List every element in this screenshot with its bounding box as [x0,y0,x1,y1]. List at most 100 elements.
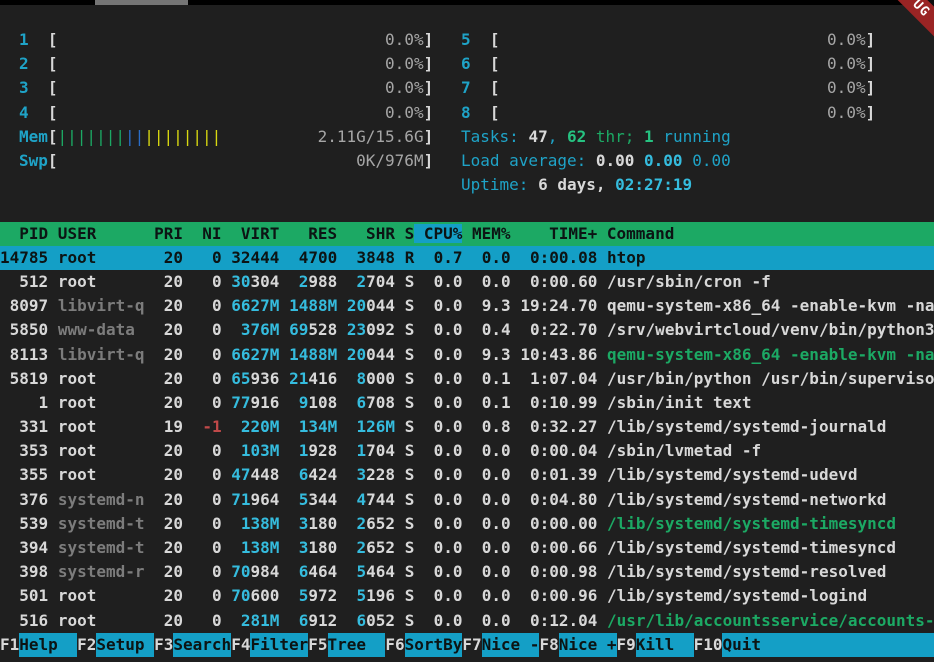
meter-bar-area: 0.0% [500,76,866,100]
process-row-539[interactable]: 539 systemd-t 20 0 138M 3180 2652 S 0.0 … [0,512,934,536]
meter-close-bracket: ] [424,127,434,146]
process-row-355[interactable]: 355 root 20 0 47448 6424 3228 S 0.0 0.0 … [0,463,934,487]
column-header-user[interactable]: USER [48,224,144,243]
uptime-line: Uptime: 6 days, 02:27:19 [461,173,875,197]
cell-cpu: 0.0 [424,586,463,605]
cell-time: 0:00.00 [520,514,597,533]
cell-ni: 0 [193,248,222,267]
cell-res: 5 [289,586,308,605]
process-row-353[interactable]: 353 root 20 0 103M 1928 1704 S 0.0 0.0 0… [0,439,934,463]
cell-res: 69 [289,320,308,339]
cell-command: /lib/systemd/systemd-resolved [607,562,886,581]
column-header-command[interactable]: Command [597,224,674,243]
cell-virt: 30 [231,272,250,291]
meter-bar-area: 0.0% [500,101,866,125]
process-row-5850[interactable]: 5850 www-data 20 0 376M 69528 23092 S 0.… [0,318,934,342]
column-header-pri[interactable]: PRI [145,224,184,243]
fkey-f6[interactable]: F6SortBy [385,633,462,657]
column-header-timeplus[interactable]: TIME+ [511,224,598,243]
cell-pri: 20 [154,393,183,412]
meter-bar-area: 0.0% [58,101,424,125]
meter-value: 0.0% [827,76,866,100]
cell-pri: 20 [154,441,183,460]
meter-value: 0.0% [827,101,866,125]
cell-cpu: 0.0 [424,611,463,630]
cell-pri: 20 [154,248,183,267]
column-header-virt[interactable]: VIRT [222,224,280,243]
cell-pid: 331 [0,417,48,436]
cell-cpu: 0.0 [424,369,463,388]
cell-pri: 20 [154,272,183,291]
meter-close-bracket: ] [424,78,434,97]
process-row-8113[interactable]: 8113 libvirt-q 20 0 6627M 1488M 20044 S … [0,343,934,367]
cell-command: qemu-system-x86_64 -enable-kvm -na [607,296,934,315]
cell-command: /lib/systemd/systemd-logind [607,586,867,605]
meter-bar-segment: ||||||| [58,127,125,146]
fkey-f9[interactable]: F9Kill [617,633,694,657]
cell-virt: 65 [231,369,250,388]
column-header-s[interactable]: S [395,224,414,243]
cell-time: 0:22.70 [520,320,597,339]
cell-virt: 448 [251,465,280,484]
cell-cpu: 0.0 [424,272,463,291]
fkey-f4[interactable]: F4Filter [231,633,308,657]
cpu-meter-1: 1 [0.0%] [19,28,433,52]
cell-res: 988 [308,272,337,291]
process-row-14785[interactable]: 14785 root 20 0 32444 4700 3848 R 0.7 0.… [0,246,934,270]
process-row-398[interactable]: 398 systemd-r 20 0 70984 6464 5464 S 0.0… [0,560,934,584]
cell-shr: 4 [347,490,366,509]
cell-virt: 70 [231,586,250,605]
cell-time: 0:12.04 [520,611,597,630]
fkey-f2[interactable]: F2Setup [77,633,154,657]
fkey-key: F10 [694,633,723,657]
cell-pid: 376 [0,490,48,509]
cell-res: 6 [289,562,308,581]
cell-command: /lib/systemd/systemd-networkd [607,490,886,509]
process-row-516[interactable]: 516 root 20 0 281M 6912 6052 S 0.0 0.0 0… [0,609,934,633]
cell-mem: 0.8 [472,417,511,436]
cell-ni: -1 [193,417,222,436]
column-header-pid[interactable]: PID [0,224,48,243]
process-row-394[interactable]: 394 systemd-t 20 0 138M 3180 2652 S 0.0 … [0,536,934,560]
cell-command: /usr/lib/accountsservice/accounts- [607,611,934,630]
cell-state: R [405,248,415,267]
cell-user: root [58,441,145,460]
window-top-strip [0,0,934,5]
cell-cpu: 0.0 [424,562,463,581]
process-row-501[interactable]: 501 root 20 0 70600 5972 5196 S 0.0 0.0 … [0,584,934,608]
column-header-shr[interactable]: SHR [337,224,395,243]
cell-shr: 20 [347,345,366,364]
meter-bar-area: 0.0% [58,52,424,76]
tasks-line-segment: 62 [567,127,586,146]
process-row-331[interactable]: 331 root 19 -1 220M 134M 126M S 0.0 0.8 … [0,415,934,439]
process-row-1[interactable]: 1 root 20 0 77916 9108 6708 S 0.0 0.1 0:… [0,391,934,415]
cell-shr: 1 [347,441,366,460]
column-header-mempct[interactable]: MEM% [462,224,510,243]
fkey-key: F1 [0,633,19,657]
column-header-ni[interactable]: NI [183,224,222,243]
fkey-f10[interactable]: F10Quit [694,633,781,657]
fkey-f7[interactable]: F7Nice - [462,633,539,657]
meters-left-column: 1 [0.0%]2 [0.0%]3 [0.0%]4 [0.0%]Mem[||||… [19,28,433,173]
fkey-f3[interactable]: F3Search [154,633,231,657]
fkey-f8[interactable]: F8Nice + [539,633,616,657]
process-row-512[interactable]: 512 root 20 0 30304 2988 2704 S 0.0 0.0 … [0,270,934,294]
meter-close-bracket: ] [424,54,434,73]
process-row-8097[interactable]: 8097 libvirt-q 20 0 6627M 1488M 20044 S … [0,294,934,318]
fkey-f5[interactable]: F5Tree [308,633,385,657]
process-row-376[interactable]: 376 systemd-n 20 0 71964 5344 4744 S 0.0… [0,488,934,512]
cell-user: root [58,248,145,267]
cell-command: /sbin/lvmetad -f [607,441,761,460]
cell-res: 21 [289,369,308,388]
column-header-cpupct[interactable]: CPU% [414,224,462,243]
process-row-5819[interactable]: 5819 root 20 0 65936 21416 8000 S 0.0 0.… [0,367,934,391]
fkey-f1[interactable]: F1Help [0,633,77,657]
cell-user: systemd-t [58,538,145,557]
cell-mem: 0.0 [472,272,511,291]
cell-command: /usr/sbin/cron -f [607,272,771,291]
column-header-res[interactable]: RES [279,224,337,243]
cell-res: 3 [289,514,308,533]
debug-ribbon-band: UG [870,0,934,62]
fkey-label: Nice - [482,633,540,657]
cell-cpu: 0.0 [424,441,463,460]
